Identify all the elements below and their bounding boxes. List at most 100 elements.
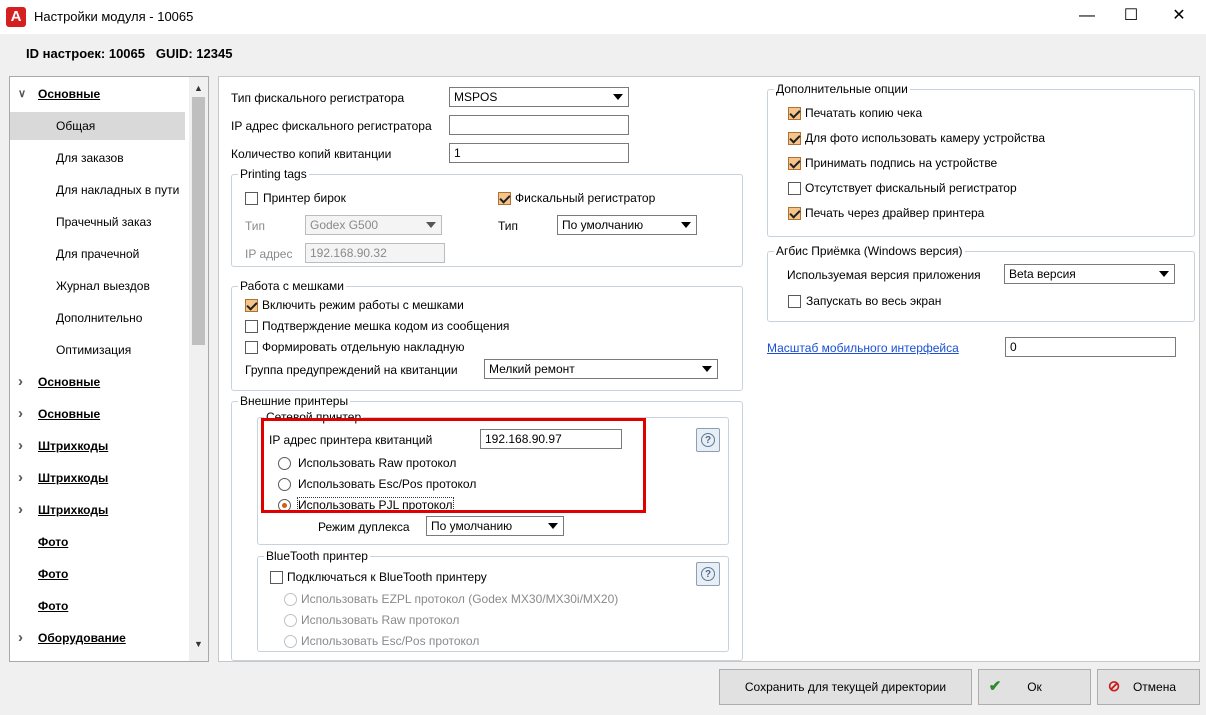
option-checkbox[interactable] bbox=[788, 132, 801, 145]
option-label: Принимать подпись на устройстве bbox=[805, 156, 998, 170]
option-checkbox[interactable] bbox=[788, 182, 801, 195]
nav-item[interactable]: Дополнительно bbox=[10, 304, 185, 332]
option-checkbox[interactable] bbox=[788, 207, 801, 220]
nav-item[interactable]: Фото bbox=[10, 528, 185, 556]
tag-printer-ip-input[interactable]: 192.168.90.32 bbox=[305, 243, 445, 263]
separate-invoice-checkbox[interactable] bbox=[245, 341, 258, 354]
fiscal-type-value: MSPOS bbox=[454, 90, 498, 104]
enable-bags-label: Включить режим работы с мешками bbox=[262, 298, 464, 312]
minimize-button[interactable]: — bbox=[1064, 0, 1110, 32]
info-bar: ID настроек: 10065 GUID: 12345 bbox=[0, 34, 1206, 72]
settings-main-panel: Тип фискального регистратора MSPOS IP ад… bbox=[218, 76, 1200, 662]
chevron-right-icon[interactable]: › bbox=[18, 496, 23, 524]
nav-item-label: Штрихкоды bbox=[38, 503, 109, 517]
agbis-title: Агбис Приёмка (Windows версия) bbox=[774, 244, 965, 258]
network-printer-group: Сетевой принтер IP адрес принтера квитан… bbox=[257, 410, 729, 545]
duplex-mode-value: По умолчанию bbox=[431, 519, 513, 533]
chevron-down-icon bbox=[426, 222, 436, 228]
scroll-up-icon[interactable]: ▲ bbox=[194, 83, 203, 93]
help-icon: ? bbox=[701, 567, 715, 581]
chevron-down-icon bbox=[613, 94, 623, 100]
tag-printer-type-value: Godex G500 bbox=[310, 218, 379, 232]
agbis-group: Агбис Приёмка (Windows версия) Используе… bbox=[767, 244, 1195, 322]
bags-title: Работа с мешками bbox=[238, 279, 346, 293]
nav-item[interactable]: › Штрихкоды bbox=[10, 464, 185, 492]
nav-item[interactable]: Для прачечной bbox=[10, 240, 185, 268]
nav-item-label: Дополнительно bbox=[56, 311, 143, 325]
nav-item[interactable]: Общая bbox=[10, 112, 185, 140]
nav-scrollbar[interactable]: ▲ ▼ bbox=[189, 77, 208, 661]
settings-nav-tree: ∨ Основные Общая Для заказов Для накладных в… bbox=[9, 76, 209, 662]
help-icon: ? bbox=[701, 433, 715, 447]
bluetooth-connect-checkbox[interactable] bbox=[270, 571, 283, 584]
tag-printer-type-select[interactable]: Godex G500 bbox=[305, 215, 442, 235]
save-for-directory-label: Сохранить для текущей директории bbox=[744, 680, 947, 694]
nav-item-label: Для прачечной bbox=[56, 247, 140, 261]
save-for-directory-button[interactable]: Сохранить для текущей директории bbox=[719, 669, 972, 705]
tag-printer-checkbox[interactable] bbox=[245, 192, 258, 205]
nav-item[interactable]: ∨ Основные bbox=[10, 80, 185, 108]
nav-item[interactable]: › Штрихкоды bbox=[10, 496, 185, 524]
chevron-down-icon bbox=[702, 366, 712, 372]
chevron-down-icon[interactable]: ∨ bbox=[18, 80, 26, 108]
nav-item[interactable]: Прачечный заказ bbox=[10, 208, 185, 236]
nav-item[interactable]: › Основные bbox=[10, 400, 185, 428]
ok-button[interactable]: ✔ Ок bbox=[978, 669, 1091, 705]
fullscreen-checkbox[interactable] bbox=[788, 295, 801, 308]
chevron-down-icon bbox=[548, 523, 558, 529]
mobile-scale-link[interactable]: Масштаб мобильного интерфейса bbox=[767, 341, 959, 355]
cancel-button[interactable]: ⊘ Отмена bbox=[1097, 669, 1200, 705]
duplex-mode-select[interactable]: По умолчанию bbox=[426, 516, 564, 536]
nav-item[interactable]: › Оборудование bbox=[10, 624, 185, 652]
fiscal-type-select[interactable]: MSPOS bbox=[449, 87, 629, 107]
tag-printer-label: Принтер бирок bbox=[263, 191, 346, 205]
confirm-bag-checkbox[interactable] bbox=[245, 320, 258, 333]
option-checkbox[interactable] bbox=[788, 107, 801, 120]
chevron-right-icon[interactable]: › bbox=[18, 464, 23, 492]
warning-group-select[interactable]: Мелкий ремонт bbox=[484, 359, 718, 379]
app-version-select[interactable]: Beta версия bbox=[1004, 264, 1175, 284]
chevron-right-icon[interactable]: › bbox=[18, 624, 23, 652]
bt-raw-protocol-radio[interactable] bbox=[284, 614, 297, 627]
fiscal-print-type-select[interactable]: По умолчанию bbox=[557, 215, 697, 235]
nav-item[interactable]: Фото bbox=[10, 592, 185, 620]
chevron-right-icon[interactable]: › bbox=[18, 400, 23, 428]
tag-type-label: Тип bbox=[245, 219, 266, 233]
bt-escpos-protocol-radio[interactable] bbox=[284, 635, 297, 648]
nav-item[interactable]: Журнал выездов bbox=[10, 272, 185, 300]
ezpl-protocol-radio[interactable] bbox=[284, 593, 297, 606]
enable-bags-checkbox[interactable] bbox=[245, 299, 258, 312]
external-printers-title: Внешние принтеры bbox=[238, 394, 351, 408]
chevron-right-icon[interactable]: › bbox=[18, 368, 23, 396]
nav-item[interactable]: Для накладных в пути bbox=[10, 176, 185, 204]
nav-item-label: Штрихкоды bbox=[38, 439, 109, 453]
nav-item[interactable]: Фото bbox=[10, 560, 185, 588]
chevron-right-icon[interactable]: › bbox=[18, 432, 23, 460]
nav-item[interactable]: › Основные bbox=[10, 368, 185, 396]
printing-tags-group: Printing tags Принтер бирок Тип Godex G5… bbox=[231, 167, 743, 267]
receipt-copies-input[interactable]: 1 bbox=[449, 143, 629, 163]
chevron-down-icon bbox=[1159, 271, 1169, 277]
bluetooth-connect-label: Подключаться к BlueTooth принтеру bbox=[287, 570, 487, 584]
separate-invoice-label: Формировать отдельную накладную bbox=[262, 340, 465, 354]
fiscal-ip-input[interactable] bbox=[449, 115, 629, 135]
option-checkbox[interactable] bbox=[788, 157, 801, 170]
maximize-button[interactable]: ☐ bbox=[1108, 0, 1154, 32]
window-title: Настройки модуля - 10065 bbox=[34, 9, 194, 24]
bluetooth-printer-group: BlueTooth принтер Подключаться к BlueToo… bbox=[257, 549, 729, 652]
nav-item-label: Общая bbox=[56, 119, 96, 133]
nav-item[interactable]: › Штрихкоды bbox=[10, 432, 185, 460]
close-button[interactable]: ✕ bbox=[1156, 0, 1202, 32]
network-help-button[interactable]: ? bbox=[696, 428, 720, 452]
nav-item[interactable]: Для заказов bbox=[10, 144, 185, 172]
fiscal-registrar-checkbox[interactable] bbox=[498, 192, 511, 205]
mobile-scale-input[interactable]: 0 bbox=[1005, 337, 1176, 357]
bluetooth-help-button[interactable]: ? bbox=[696, 562, 720, 586]
nav-scroll-thumb[interactable] bbox=[192, 97, 205, 345]
nav-item[interactable]: Оптимизация bbox=[10, 336, 185, 364]
option-label: Печатать копию чека bbox=[805, 106, 923, 120]
nav-item-label: Фото bbox=[38, 599, 69, 613]
scroll-down-icon[interactable]: ▼ bbox=[194, 639, 203, 649]
additional-options-group: Дополнительные опции Печатать копию чека… bbox=[767, 82, 1195, 237]
receipt-copies-label: Количество копий квитанции bbox=[231, 147, 392, 161]
